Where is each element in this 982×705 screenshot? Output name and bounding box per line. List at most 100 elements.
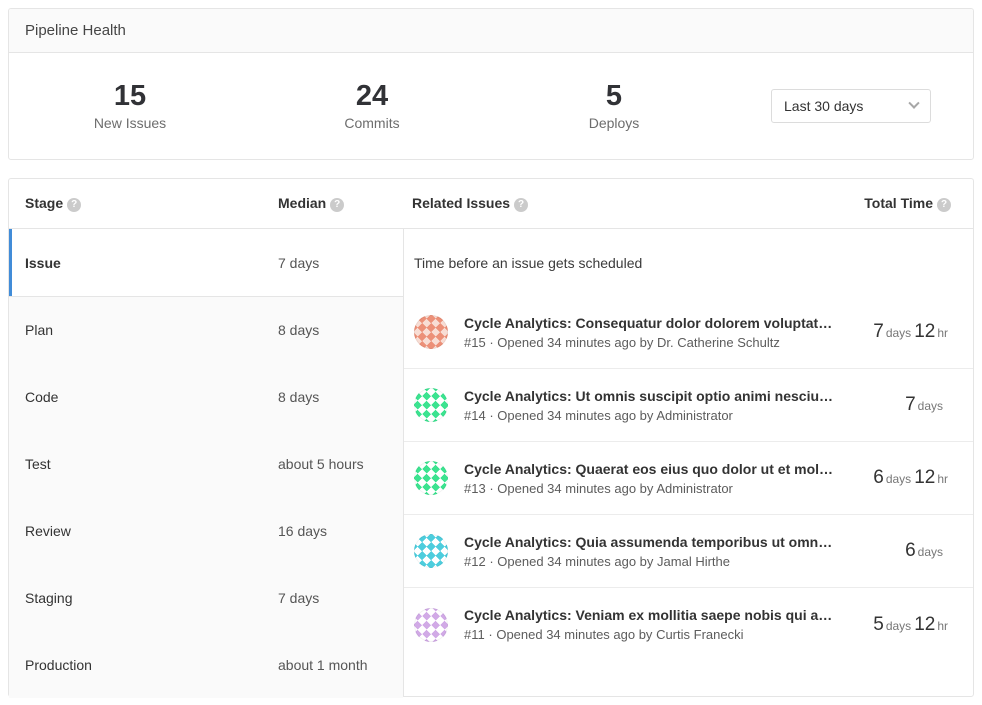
pipeline-health-panel: Pipeline Health 15 New Issues 24 Commits…: [8, 8, 974, 160]
column-label: Stage: [25, 195, 63, 211]
identicon-avatar[interactable]: [414, 315, 448, 349]
stage-median: 7 days: [278, 255, 319, 271]
issue-total-time: 6days: [905, 540, 951, 562]
column-label: Total Time: [864, 195, 933, 211]
stat-deploys: 5 Deploys: [493, 81, 735, 132]
issue-title-link[interactable]: Cycle Analytics: Quaerat eos eius quo do…: [464, 461, 861, 477]
issue-text: Cycle Analytics: Ut omnis suscipit optio…: [464, 388, 893, 423]
total-time-value: 7: [873, 321, 884, 342]
identicon-avatar[interactable]: [414, 534, 448, 568]
issue-title-link[interactable]: Cycle Analytics: Quia assumenda temporib…: [464, 534, 893, 550]
related-issues-panel: Time before an issue gets scheduled Cycl…: [404, 229, 973, 696]
total-time-unit: days: [918, 545, 943, 559]
issue-total-time: 7days: [905, 394, 951, 416]
column-label: Median: [278, 195, 326, 211]
stage-row-staging[interactable]: Staging 7 days: [9, 564, 403, 631]
chevron-down-icon: [908, 98, 919, 109]
total-time-unit: hr: [937, 326, 948, 340]
summary-stats-row: 15 New Issues 24 Commits 5 Deploys Last …: [9, 53, 973, 159]
meta-separator: ·: [488, 627, 492, 642]
stage-median: 8 days: [278, 322, 319, 338]
help-icon[interactable]: ?: [937, 198, 951, 212]
issue-opened-text: Opened 34 minutes ago by: [497, 554, 653, 569]
issue-author-link[interactable]: Administrator: [656, 481, 733, 496]
issue-opened-text: Opened 34 minutes ago by: [497, 408, 653, 423]
issue-opened-text: Opened 34 minutes ago by: [496, 627, 652, 642]
meta-separator: ·: [489, 408, 493, 423]
total-time-unit: days: [886, 619, 911, 633]
stage-row-test[interactable]: Test about 5 hours: [9, 430, 403, 497]
issue-opened-text: Opened 34 minutes ago by: [497, 481, 653, 496]
total-time-unit: hr: [937, 472, 948, 486]
help-icon[interactable]: ?: [67, 198, 81, 212]
issue-title-link[interactable]: Cycle Analytics: Veniam ex mollitia saep…: [464, 607, 861, 623]
total-time-unit: days: [918, 399, 943, 413]
stat-label: Deploys: [493, 115, 735, 131]
panel-title: Pipeline Health: [9, 9, 973, 53]
stat-commits: 24 Commits: [251, 81, 493, 132]
stat-value: 24: [251, 81, 493, 113]
stage-median: about 5 hours: [278, 456, 364, 472]
issue-item: Cycle Analytics: Ut omnis suscipit optio…: [404, 369, 973, 442]
total-time-unit: days: [886, 326, 911, 340]
column-header-related-issues: Related Issues?: [404, 195, 793, 212]
stage-name: Plan: [9, 322, 278, 338]
date-range-dropdown[interactable]: Last 30 days: [771, 89, 931, 123]
column-label: Related Issues: [412, 195, 510, 211]
total-time-value: 5: [873, 614, 884, 635]
stats-wrap: 15 New Issues 24 Commits 5 Deploys: [9, 81, 735, 132]
column-header-median: Median?: [278, 195, 404, 212]
stage-median: 8 days: [278, 389, 319, 405]
column-header-stage: Stage?: [9, 195, 278, 212]
issue-title-link[interactable]: Cycle Analytics: Consequatur dolor dolor…: [464, 315, 861, 331]
issue-total-time: 7days12hr: [873, 321, 951, 343]
stat-new-issues: 15 New Issues: [9, 81, 251, 132]
issue-text: Cycle Analytics: Veniam ex mollitia saep…: [464, 607, 861, 642]
identicon-avatar[interactable]: [414, 461, 448, 495]
meta-separator: ·: [489, 335, 493, 350]
issue-total-time: 6days12hr: [873, 467, 951, 489]
stage-name: Production: [9, 657, 278, 673]
issue-author-link[interactable]: Dr. Catherine Schultz: [657, 335, 780, 350]
issue-ref: #13: [464, 481, 486, 496]
help-icon[interactable]: ?: [330, 198, 344, 212]
issue-item: Cycle Analytics: Consequatur dolor dolor…: [404, 296, 973, 369]
column-header-total-time: Total Time?: [793, 195, 973, 212]
issue-author-link[interactable]: Administrator: [656, 408, 733, 423]
stage-row-issue[interactable]: Issue 7 days: [9, 229, 403, 296]
issue-author-link[interactable]: Curtis Franecki: [656, 627, 743, 642]
stage-row-production[interactable]: Production about 1 month: [9, 631, 403, 698]
stage-median: about 1 month: [278, 657, 368, 673]
stage-name: Code: [9, 389, 278, 405]
stage-name: Review: [9, 523, 278, 539]
issue-meta: #14 · Opened 34 minutes ago by Administr…: [464, 408, 893, 423]
stage-row-code[interactable]: Code 8 days: [9, 363, 403, 430]
stage-nav: Issue 7 days Plan 8 days Code 8 days Tes…: [9, 229, 404, 696]
total-time-value: 12: [914, 321, 935, 342]
help-icon[interactable]: ?: [514, 198, 528, 212]
issue-item: Cycle Analytics: Quaerat eos eius quo do…: [404, 442, 973, 515]
issue-meta: #11 · Opened 34 minutes ago by Curtis Fr…: [464, 627, 861, 642]
issue-title-link[interactable]: Cycle Analytics: Ut omnis suscipit optio…: [464, 388, 893, 404]
issue-meta: #12 · Opened 34 minutes ago by Jamal Hir…: [464, 554, 893, 569]
stage-median: 16 days: [278, 523, 327, 539]
issue-meta: #15 · Opened 34 minutes ago by Dr. Cathe…: [464, 335, 861, 350]
stat-label: Commits: [251, 115, 493, 131]
issue-ref: #15: [464, 335, 486, 350]
identicon-avatar[interactable]: [414, 388, 448, 422]
stage-description: Time before an issue gets scheduled: [404, 229, 973, 296]
issue-ref: #11: [464, 627, 485, 642]
issue-ref: #12: [464, 554, 486, 569]
stage-row-review[interactable]: Review 16 days: [9, 497, 403, 564]
stage-median: 7 days: [278, 590, 319, 606]
issue-item: Cycle Analytics: Veniam ex mollitia saep…: [404, 588, 973, 661]
identicon-avatar[interactable]: [414, 608, 448, 642]
issue-text: Cycle Analytics: Quaerat eos eius quo do…: [464, 461, 861, 496]
issue-ref: #14: [464, 408, 486, 423]
stat-label: New Issues: [9, 115, 251, 131]
cycle-table-body: Issue 7 days Plan 8 days Code 8 days Tes…: [9, 229, 973, 696]
issue-author-link[interactable]: Jamal Hirthe: [657, 554, 730, 569]
stage-row-plan[interactable]: Plan 8 days: [9, 296, 403, 363]
stage-name: Test: [9, 456, 278, 472]
meta-separator: ·: [489, 554, 493, 569]
